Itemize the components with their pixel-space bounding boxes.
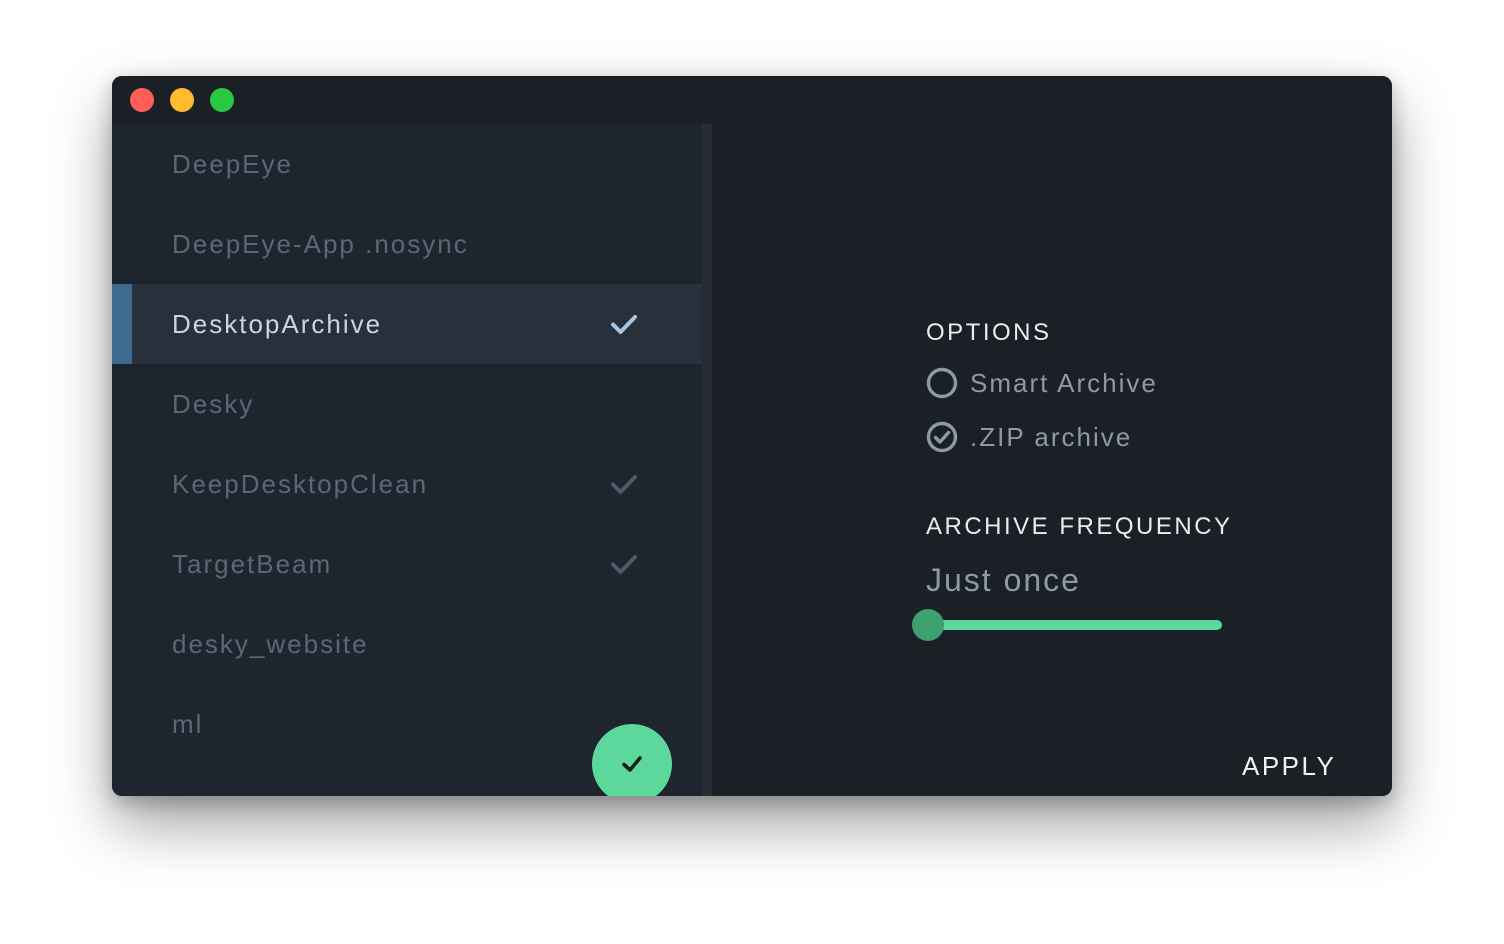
list-item-label: Desky [172,389,255,419]
minimize-window-button[interactable] [170,88,194,112]
apply-button[interactable]: APPLY [1242,751,1336,782]
check-icon [611,555,637,574]
list-item[interactable]: TargetBeam [112,524,702,604]
list-item[interactable]: DesktopArchive [112,284,702,364]
list-item-label: KeepDesktopClean [172,469,429,499]
list-item-label: DeepEye-App .nosync [172,229,469,259]
check-icon [611,315,637,334]
radio-checked-icon [926,421,958,453]
frequency-slider[interactable] [912,609,1222,641]
title-bar [112,76,1392,124]
options-panel: OPTIONS Smart Archive .ZIP archive ARCHI… [712,124,1392,796]
maximize-window-button[interactable] [210,88,234,112]
list-item[interactable]: desky_website [112,604,702,684]
frequency-value: Just once [926,562,1081,598]
sidebar-scrollbar[interactable] [702,124,712,796]
selection-indicator [112,284,132,364]
slider-thumb[interactable] [912,609,944,641]
list-item[interactable]: Desky [112,364,702,444]
list-item-label: DesktopArchive [172,309,383,339]
option-label: Smart Archive [970,368,1158,398]
app-window: DeepEye DeepEye-App .nosync DesktopArchive… [112,76,1392,796]
check-icon [611,475,637,494]
folder-list: DeepEye DeepEye-App .nosync DesktopArchive… [112,124,702,796]
list-item[interactable]: DeepEye [112,124,702,204]
list-item-label: DeepEye [172,149,293,179]
list-item[interactable]: KeepDesktopClean [112,444,702,524]
close-window-button[interactable] [130,88,154,112]
list-item-label: ml [172,709,204,739]
list-item[interactable]: DeepEye-App .nosync [112,204,702,284]
check-icon [622,756,642,772]
radio-unchecked-icon [926,367,958,399]
option-label: .ZIP archive [970,422,1133,452]
confirm-fab-button[interactable] [592,724,672,796]
list-item-label: TargetBeam [172,549,333,579]
list-item-label: desky_website [172,629,369,659]
options-heading: OPTIONS [926,319,1052,346]
frequency-heading: ARCHIVE FREQUENCY [926,513,1233,540]
